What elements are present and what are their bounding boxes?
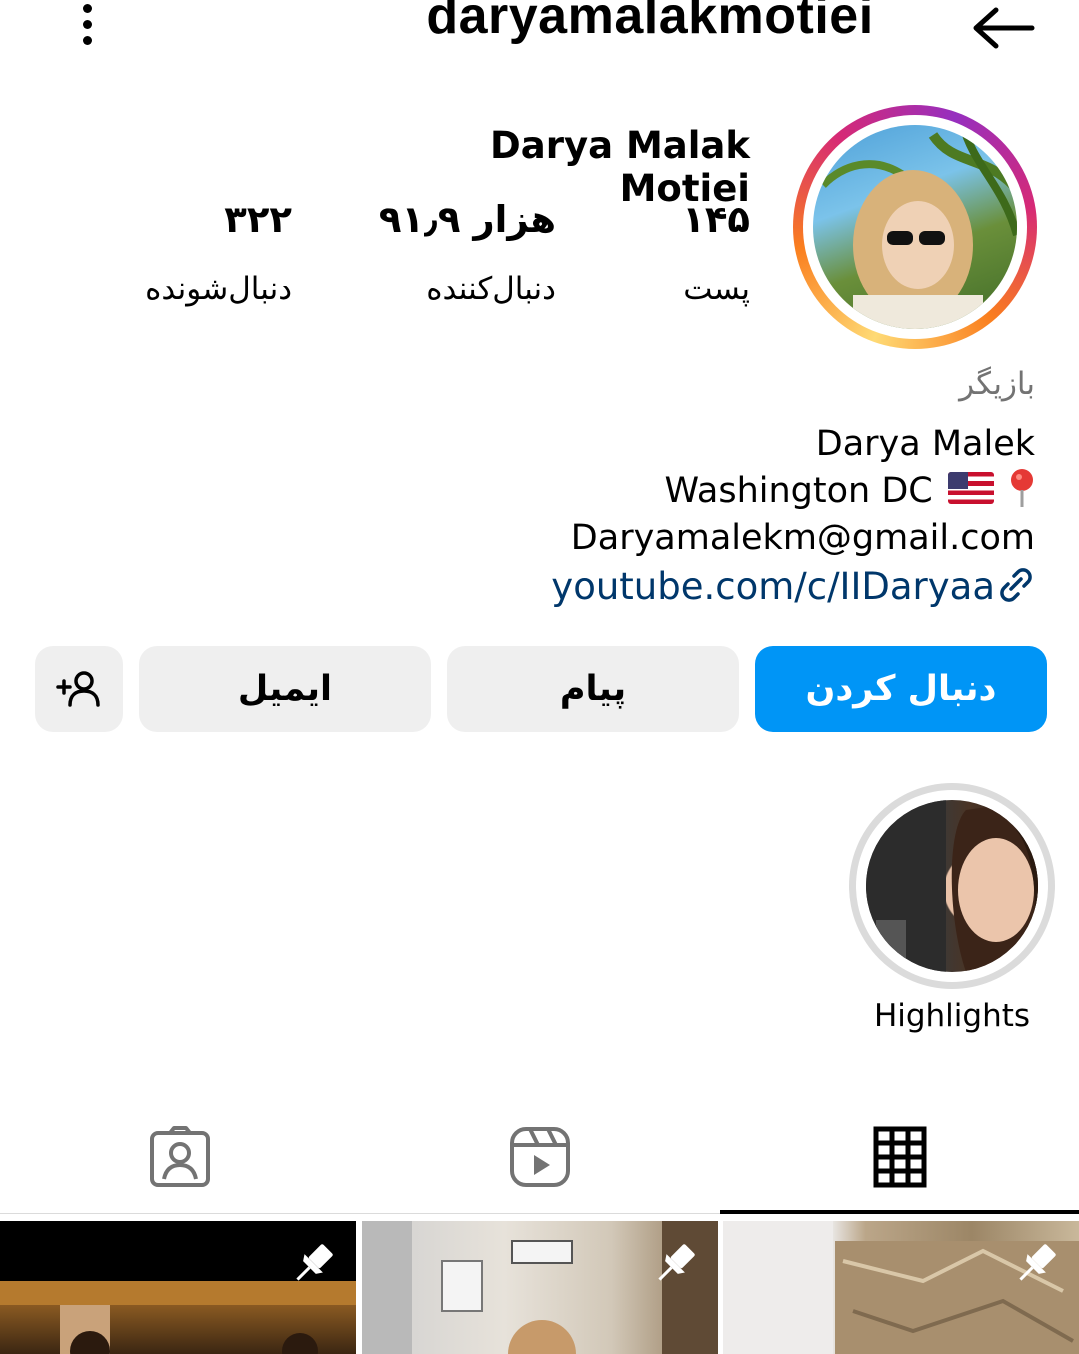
highlight-frame — [856, 790, 1048, 982]
post-thumbnail[interactable] — [362, 1221, 718, 1354]
top-bar: daryamalakmotiei — [0, 0, 1079, 60]
post-thumbnail[interactable] — [723, 1221, 1079, 1354]
following-count: ۳۲۲ — [224, 198, 292, 241]
following-label: دنبال‌شونده — [145, 271, 292, 307]
avatar-frame — [803, 115, 1027, 339]
avatar-image — [820, 125, 1017, 329]
bio-category: بازیگر — [959, 366, 1035, 402]
bio-name-line: Darya Malek — [815, 424, 1035, 464]
tagged-icon — [149, 1126, 210, 1187]
bio-link[interactable]: youtube.com/c/IIDaryaa — [551, 565, 1035, 608]
email-button[interactable]: ایمیل — [139, 646, 431, 732]
highlight-item[interactable] — [849, 783, 1055, 989]
add-user-button[interactable] — [35, 646, 123, 732]
avatar-story-ring[interactable] — [793, 105, 1037, 349]
more-vertical-icon[interactable] — [78, 2, 98, 48]
pinned-icon — [1019, 1244, 1056, 1281]
followers-stat[interactable]: ۹۱٫۹ هزار دنبال‌کننده — [360, 198, 556, 307]
link-icon — [1000, 567, 1032, 602]
avatar — [813, 125, 1017, 329]
posts-stat[interactable]: ۱۴۵ پست — [600, 198, 750, 307]
bio-location-text: Washington DC — [664, 471, 933, 511]
tab-reels[interactable] — [360, 1100, 719, 1214]
map-pin-icon — [1011, 469, 1033, 507]
follow-button[interactable]: دنبال کردن — [755, 646, 1047, 732]
message-button[interactable]: پیام — [447, 646, 739, 732]
post-thumbnail[interactable] — [0, 1221, 356, 1354]
highlight-label: Highlights — [873, 998, 1031, 1034]
highlight-cover — [866, 800, 1038, 972]
us-flag-icon — [947, 472, 994, 504]
bio-location-line: Washington DC — [664, 469, 1035, 512]
profile-username: daryamalakmotiei — [426, 0, 874, 45]
following-stat[interactable]: ۳۲۲ دنبال‌شونده — [100, 198, 292, 307]
grid-icon — [873, 1126, 926, 1188]
posts-count: ۱۴۵ — [682, 198, 750, 241]
followers-count: ۹۱٫۹ هزار — [378, 198, 556, 241]
active-tab-indicator — [720, 1210, 1079, 1214]
arrow-left-icon[interactable] — [968, 2, 1036, 50]
bio-email-line: Daryamalekm@gmail.com — [570, 518, 1035, 558]
pinned-icon — [296, 1244, 333, 1281]
pinned-icon — [658, 1244, 695, 1281]
add-user-icon — [56, 671, 100, 707]
reels-icon — [509, 1127, 570, 1187]
tab-posts[interactable] — [720, 1100, 1079, 1214]
profile-tabs — [0, 1100, 1079, 1214]
tab-tagged[interactable] — [0, 1100, 359, 1214]
posts-label: پست — [683, 271, 750, 307]
followers-label: دنبال‌کننده — [426, 271, 556, 307]
bio-link-text: youtube.com/c/IIDaryaa — [551, 565, 995, 608]
highlight-image — [866, 800, 1038, 972]
